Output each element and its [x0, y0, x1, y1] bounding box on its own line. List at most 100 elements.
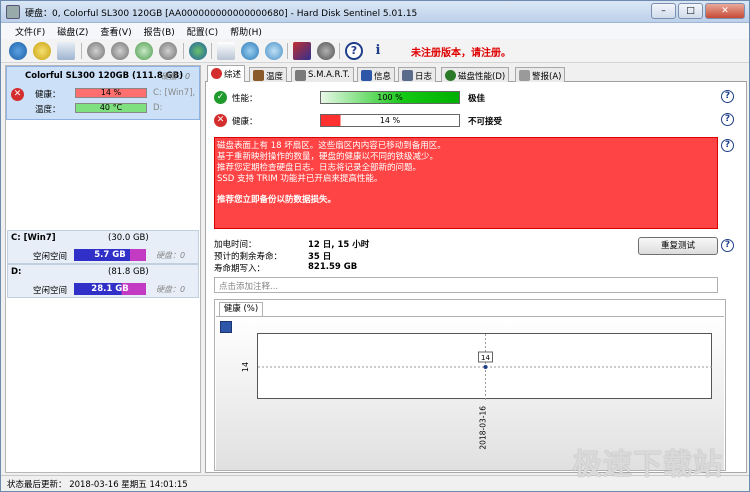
globe-icon[interactable] — [189, 42, 207, 60]
thermometer-icon — [253, 70, 264, 81]
power-on-value: 12 日, 15 小时 — [308, 240, 370, 250]
disk-entry-selected[interactable]: Colorful SL300 120GB (111.8 GB) 硬盘：0 ✕ 健… — [6, 66, 200, 120]
health-status: 不可接受 — [468, 117, 503, 127]
lifetime-writes-value: 821.59 GB — [308, 262, 358, 272]
plot-box: 14 14 2018-03-16 — [241, 333, 713, 450]
error-icon: ✕ — [11, 88, 24, 101]
volume-c[interactable]: C: [Win7] (30.0 GB) 空闲空间 5.7 GB 硬盘：0 — [7, 230, 199, 264]
log-icon — [402, 70, 413, 81]
menu-file[interactable]: 文件(F) — [9, 23, 51, 39]
data-point — [483, 365, 488, 369]
menu-config[interactable]: 配置(C) — [181, 23, 224, 39]
disk-test-2-icon[interactable] — [111, 42, 129, 60]
chart-tab-health[interactable]: 健康 (%) — [219, 302, 263, 316]
error-icon — [211, 68, 222, 79]
remaining-life-label: 预计的剩余寿命： — [214, 252, 283, 262]
temp-volume: D: — [153, 103, 163, 113]
tab-log[interactable]: 日志 — [398, 67, 437, 82]
x-tick-label: 2018-03-16 — [479, 406, 488, 450]
y-tick-label: 14 — [241, 362, 250, 372]
minimize-button[interactable]: – — [651, 3, 676, 19]
disk-name: Colorful SL300 120GB (111.8 GB) — [25, 71, 184, 81]
unregistered-notice[interactable]: 未注册版本，请注册。 — [411, 44, 511, 59]
help-icon[interactable]: ? — [721, 139, 734, 152]
disk-icon — [295, 70, 306, 81]
free-space-bar: 5.7 GB — [74, 249, 146, 261]
tab-label: 信息 — [374, 72, 392, 82]
volume-d[interactable]: D: (81.8 GB) 空闲空间 28.1 GB 硬盘：0 — [7, 264, 199, 298]
toolbar-separator — [339, 43, 340, 59]
free-space-bar: 28.1 GB — [74, 283, 146, 295]
title-bar: 硬盘：0, Colorful SL300 120GB [AA0000000000… — [1, 1, 749, 23]
toolbar: ? i 未注册版本，请注册。 — [1, 39, 749, 63]
alert-line: 基于重新映射操作的数量，硬盘的健康以不同的铁级减少。 — [217, 152, 439, 162]
close-button[interactable]: ✕ — [705, 3, 745, 19]
info-icon — [361, 70, 372, 81]
help-icon[interactable]: ? — [721, 239, 734, 252]
note-input[interactable]: 点击添加注释... — [214, 277, 718, 293]
temp-label: 温度： — [35, 105, 61, 115]
tab-alerts[interactable]: 警报(A) — [515, 67, 566, 82]
help-icon[interactable]: ? — [721, 90, 734, 103]
remaining-life-value: 35 日 — [308, 252, 332, 262]
warning-icon[interactable] — [33, 42, 51, 60]
health-mini-value: 14 % — [100, 88, 122, 97]
maximize-button[interactable]: □ — [678, 3, 703, 19]
power-on-label: 加电时间： — [214, 240, 257, 250]
performance-bar: 100 % — [320, 91, 460, 104]
sound-icon[interactable] — [317, 42, 335, 60]
health-alert-box: 磁盘表面上有 18 坏扇区。这些扇区内内容已移动到备用区。 基于重新映射操作的数… — [214, 137, 718, 229]
report-icon[interactable] — [217, 42, 235, 60]
save-icon[interactable] — [220, 321, 232, 333]
tab-bar: 综述 温度 S.M.A.R.T. 信息 日志 磁盘性能(D) 警报(A) — [205, 65, 747, 83]
tab-smart[interactable]: S.M.A.R.T. — [291, 67, 354, 82]
overview-content: ✓ 性能： 100 % 极佳 ? ✕ 健康： 14 % 不可接受 ? 磁盘表面上… — [205, 82, 747, 473]
help-icon[interactable]: ? — [345, 42, 363, 60]
retest-button[interactable]: 重复测试 — [638, 237, 718, 255]
health-label: 健康： — [35, 90, 61, 100]
tab-overview[interactable]: 综述 — [207, 65, 246, 83]
info-icon[interactable]: i — [369, 42, 387, 60]
tab-temperature[interactable]: 温度 — [249, 67, 288, 82]
window-controls: – □ ✕ — [651, 3, 745, 19]
window-title: 硬盘：0, Colorful SL300 120GB [AA0000000000… — [25, 9, 418, 19]
tab-label: S.M.A.R.T. — [308, 70, 350, 80]
lifetime-writes-label: 寿命期写入： — [214, 264, 266, 274]
menu-report[interactable]: 报告(B) — [138, 23, 181, 39]
toolbar-separator — [81, 43, 82, 59]
menu-disk[interactable]: 磁盘(Z) — [51, 23, 94, 39]
tab-disk-performance[interactable]: 磁盘性能(D) — [441, 67, 510, 82]
gauge-icon — [445, 70, 456, 81]
help-icon[interactable]: ? — [721, 113, 734, 126]
tab-label: 磁盘性能(D) — [458, 72, 506, 82]
toolbar-separator — [287, 43, 288, 59]
volume-size: (30.0 GB) — [108, 233, 149, 243]
menu-help[interactable]: 帮助(H) — [224, 23, 268, 39]
menu-bar: 文件(F) 磁盘(Z) 查看(V) 报告(B) 配置(C) 帮助(H) — [1, 23, 749, 39]
refresh-icon[interactable] — [9, 42, 27, 60]
menu-view[interactable]: 查看(V) — [94, 23, 137, 39]
tab-label: 警报(A) — [532, 72, 562, 82]
disk-test-3-icon[interactable] — [135, 42, 153, 60]
volume-name: D: — [11, 267, 22, 277]
tab-info[interactable]: 信息 — [357, 67, 396, 82]
mail-icon[interactable] — [57, 42, 75, 60]
alert-icon — [519, 70, 530, 81]
temp-mini-bar: 40 °C — [75, 103, 147, 113]
main-panel: 综述 温度 S.M.A.R.T. 信息 日志 磁盘性能(D) 警报(A) ✓ 性… — [205, 65, 747, 473]
disk-test-icon[interactable] — [87, 42, 105, 60]
cloud-icon[interactable] — [265, 42, 283, 60]
volume-disk: 硬盘：0 — [156, 251, 186, 260]
volume-disk: 硬盘：0 — [156, 285, 186, 294]
performance-value: 100 % — [377, 93, 403, 102]
tab-label: 温度 — [266, 72, 284, 82]
chart-icon[interactable] — [293, 42, 311, 60]
watermark-text: 极速下载站 — [573, 447, 724, 481]
toolbar-separator — [211, 43, 212, 59]
error-icon: ✕ — [214, 114, 227, 127]
toolbar-separator — [183, 43, 184, 59]
disk-test-4-icon[interactable] — [159, 42, 177, 60]
free-space-label: 空闲空间 — [33, 252, 68, 262]
network-icon[interactable] — [241, 42, 259, 60]
alert-recommendation: 推荐您立即备份以防数据损失。 — [217, 195, 337, 205]
